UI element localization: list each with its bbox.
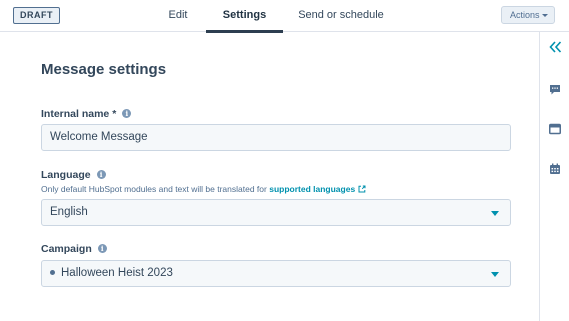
caret-down-icon: [491, 211, 499, 216]
right-sidebar: [539, 32, 569, 321]
language-select-value: English: [50, 206, 88, 218]
tab-edit[interactable]: Edit: [160, 0, 196, 32]
top-bar: DRAFT Edit Settings Send or schedule Act…: [0, 0, 569, 33]
language-help-copy: Only default HubSpot modules and text wi…: [41, 184, 270, 194]
internal-name-label: Internal name *: [41, 108, 117, 120]
internal-name-input[interactable]: Welcome Message: [41, 124, 511, 151]
language-label: Language: [41, 169, 91, 181]
campaign-color-dot: [50, 270, 55, 275]
tab-settings[interactable]: Settings: [206, 0, 283, 33]
actions-label: Actions: [510, 10, 540, 20]
tab-send-or-schedule[interactable]: Send or schedule: [296, 0, 386, 32]
chevron-double-left-icon[interactable]: [549, 41, 562, 53]
campaign-label-row: Campaign i: [41, 243, 107, 255]
comments-icon[interactable]: [549, 84, 561, 96]
campaign-label: Campaign: [41, 243, 92, 255]
caret-down-icon: [491, 272, 499, 277]
caret-down-icon: [542, 14, 548, 17]
campaign-select-value: Halloween Heist 2023: [61, 267, 173, 279]
supported-languages-link[interactable]: supported languages: [269, 184, 355, 194]
actions-button[interactable]: Actions: [501, 6, 555, 24]
info-icon[interactable]: i: [122, 109, 132, 118]
draft-badge: DRAFT: [13, 7, 60, 24]
internal-name-label-row: Internal name * i: [41, 108, 132, 120]
preview-icon[interactable]: [549, 123, 561, 135]
external-link-icon: [358, 185, 366, 193]
page-title: Message settings: [41, 61, 167, 78]
info-icon[interactable]: i: [97, 244, 107, 253]
info-icon[interactable]: i: [96, 170, 106, 179]
language-help-text: Only default HubSpot modules and text wi…: [41, 184, 366, 194]
language-select[interactable]: English: [41, 199, 511, 226]
campaign-select[interactable]: Halloween Heist 2023: [41, 260, 511, 287]
calendar-icon[interactable]: [549, 163, 561, 175]
language-label-row: Language i: [41, 169, 106, 181]
